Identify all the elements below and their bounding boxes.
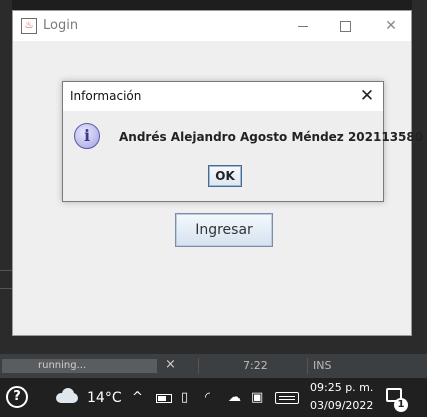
dialog-message: Andrés Alejandro Agosto Méndez 202113580 (119, 130, 424, 144)
status-separator (198, 358, 199, 374)
login-window-title: Login (43, 18, 79, 33)
cloud-icon[interactable] (56, 388, 78, 403)
ide-background (0, 0, 12, 354)
dialog-titlebar: Información ✕ (63, 82, 383, 111)
status-separator (307, 358, 308, 374)
ide-background-right (412, 0, 427, 354)
ide-divider (0, 288, 12, 289)
maximize-button[interactable] (333, 16, 357, 36)
java-icon: ♨ (21, 18, 37, 34)
dialog-close-button[interactable]: ✕ (356, 85, 378, 107)
ide-status-bar: running... × 7:22 INS (0, 354, 427, 378)
wifi-icon[interactable]: ◜ (205, 390, 210, 405)
help-icon[interactable]: ? (6, 386, 28, 408)
clock-time[interactable]: 09:25 p. m. (310, 381, 373, 394)
close-button[interactable]: ✕ (379, 16, 403, 36)
weather-temperature[interactable]: 14°C (87, 390, 122, 406)
ok-button[interactable]: OK (208, 165, 242, 187)
clock-date[interactable]: 03/09/2022 (310, 399, 373, 412)
information-dialog: Información ✕ i Andrés Alejandro Agosto … (62, 81, 423, 202)
ide-divider (0, 270, 12, 271)
cancel-run-icon[interactable]: × (165, 357, 176, 372)
caret-position[interactable]: 7:22 (243, 359, 268, 372)
info-icon: i (74, 123, 100, 149)
dialog-title: Información (70, 89, 142, 103)
run-progress-bar: running... (2, 359, 157, 373)
insert-mode[interactable]: INS (313, 359, 331, 372)
battery-icon[interactable] (156, 394, 172, 403)
chevron-up-icon[interactable]: ^ (132, 390, 143, 405)
notification-badge: 1 (394, 398, 408, 412)
camera-icon[interactable]: ▯ (181, 390, 188, 405)
ingresar-button[interactable]: Ingresar (175, 213, 273, 247)
monitor-icon[interactable]: ▣ (251, 390, 263, 405)
login-titlebar: ♨ Login ✕ (13, 11, 411, 41)
onedrive-icon[interactable]: ☁ (228, 390, 241, 405)
taskbar: ? 14°C ^ ▯ ◜ ☁ ▣ 09:25 p. m. 03/09/2022 … (0, 378, 427, 417)
minimize-button[interactable] (291, 16, 315, 36)
keyboard-icon[interactable] (275, 392, 299, 404)
ide-background-bottom (0, 336, 427, 354)
